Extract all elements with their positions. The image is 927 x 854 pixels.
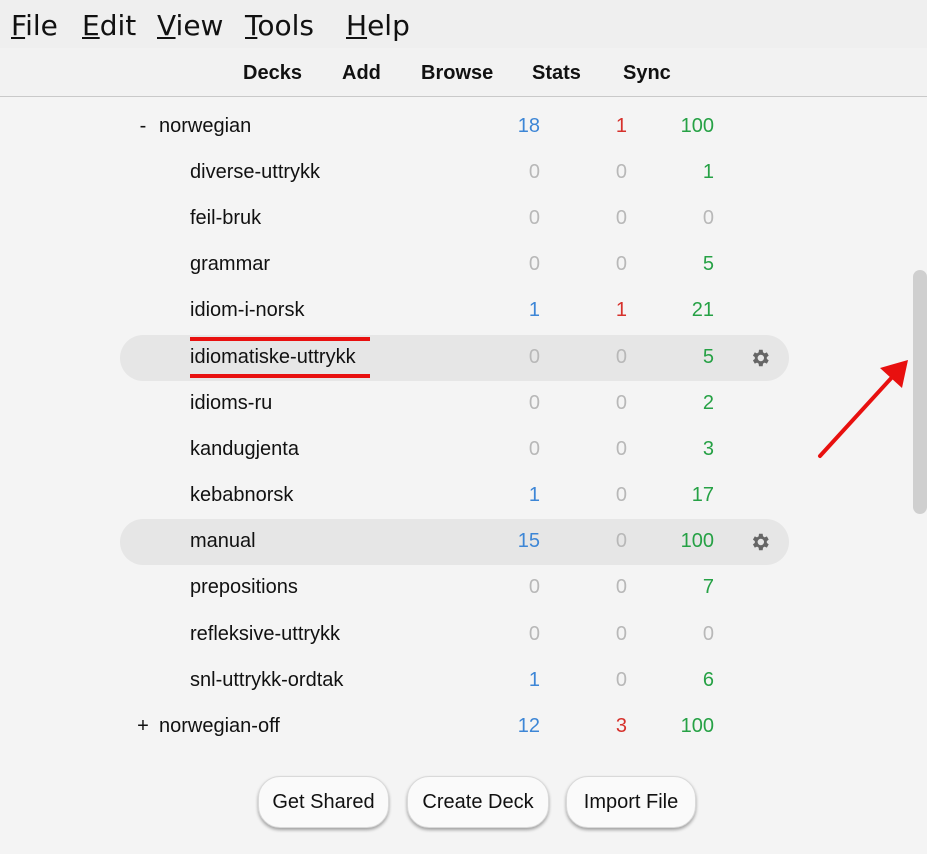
- expand-toggle[interactable]: +: [136, 715, 150, 738]
- deck-row-idiom-i-norsk[interactable]: idiom-i-norsk 1 1 21: [0, 288, 927, 334]
- deck-row-norwegian[interactable]: - norwegian 18 1 100: [0, 104, 927, 150]
- menu-bar: File Edit View Tools Help: [0, 0, 927, 48]
- get-shared-button[interactable]: Get Shared: [258, 776, 389, 828]
- due-count: 1: [702, 161, 714, 183]
- new-count: 0: [528, 253, 540, 275]
- due-count: 0: [702, 623, 714, 645]
- deck-row-idioms-ru[interactable]: idioms-ru 0 0 2: [0, 381, 927, 427]
- toolbar-sync[interactable]: Sync: [623, 62, 671, 85]
- menu-tools[interactable]: Tools: [245, 8, 314, 44]
- due-count: 100: [680, 115, 714, 137]
- toolbar-add[interactable]: Add: [342, 62, 381, 85]
- due-count: 17: [691, 484, 714, 506]
- menu-file[interactable]: File: [11, 8, 58, 44]
- new-count: 1: [528, 484, 540, 506]
- due-count: 21: [691, 299, 714, 321]
- learn-count: 1: [615, 115, 627, 137]
- due-count: 6: [702, 669, 714, 691]
- toolbar-decks[interactable]: Decks: [243, 62, 302, 85]
- new-count: 0: [528, 392, 540, 414]
- new-count: 0: [528, 623, 540, 645]
- deck-name[interactable]: grammar: [190, 253, 270, 276]
- due-count: 7: [702, 576, 714, 598]
- deck-name[interactable]: feil-bruk: [190, 207, 261, 230]
- menu-help[interactable]: Help: [346, 8, 410, 44]
- scrollbar-thumb[interactable]: [913, 270, 927, 514]
- learn-count: 3: [615, 715, 627, 737]
- learn-count: 0: [615, 530, 627, 552]
- deck-row-idiomatiske-uttrykk[interactable]: idiomatiske-uttrykk 0 0 5: [0, 335, 927, 381]
- deck-name[interactable]: refleksive-uttrykk: [190, 623, 340, 646]
- deck-row-norwegian-off[interactable]: + norwegian-off 12 3 100: [0, 704, 927, 750]
- collapse-toggle[interactable]: -: [136, 115, 150, 138]
- new-count: 15: [517, 530, 540, 552]
- due-count: 5: [702, 346, 714, 368]
- deck-name[interactable]: snl-uttrykk-ordtak: [190, 669, 343, 692]
- gear-icon[interactable]: [749, 531, 771, 553]
- new-count: 1: [528, 299, 540, 321]
- toolbar-stats[interactable]: Stats: [532, 62, 581, 85]
- gear-icon[interactable]: [749, 347, 771, 369]
- deck-name[interactable]: kandugjenta: [190, 438, 299, 461]
- deck-row-kebabnorsk[interactable]: kebabnorsk 1 0 17: [0, 473, 927, 519]
- deck-row-snl-uttrykk-ordtak[interactable]: snl-uttrykk-ordtak 1 0 6: [0, 658, 927, 704]
- menu-edit[interactable]: Edit: [82, 8, 136, 44]
- deck-name[interactable]: idiom-i-norsk: [190, 299, 304, 322]
- due-count: 0: [702, 207, 714, 229]
- deck-row-kandugjenta[interactable]: kandugjenta 0 0 3: [0, 427, 927, 473]
- menu-view[interactable]: View: [157, 8, 223, 44]
- annotation-underline-bottom: [190, 374, 370, 378]
- due-count: 2: [702, 392, 714, 414]
- learn-count: 0: [615, 392, 627, 414]
- new-count: 1: [528, 669, 540, 691]
- new-count: 0: [528, 207, 540, 229]
- deck-name[interactable]: kebabnorsk: [190, 484, 293, 507]
- new-count: 12: [517, 715, 540, 737]
- toolbar: Decks Add Browse Stats Sync: [0, 48, 927, 97]
- annotation-underline-top: [190, 337, 370, 341]
- deck-name[interactable]: norwegian: [159, 115, 251, 138]
- new-count: 18: [517, 115, 540, 137]
- learn-count: 0: [615, 346, 627, 368]
- deck-name[interactable]: manual: [190, 530, 256, 553]
- learn-count: 0: [615, 438, 627, 460]
- learn-count: 0: [615, 484, 627, 506]
- deck-name[interactable]: diverse-uttrykk: [190, 161, 320, 184]
- import-file-button[interactable]: Import File: [566, 776, 696, 828]
- deck-row-prepositions[interactable]: prepositions 0 0 7: [0, 565, 927, 611]
- deck-name[interactable]: prepositions: [190, 576, 298, 599]
- deck-row-feil-bruk[interactable]: feil-bruk 0 0 0: [0, 196, 927, 242]
- learn-count: 0: [615, 623, 627, 645]
- deck-row-diverse-uttrykk[interactable]: diverse-uttrykk 0 0 1: [0, 150, 927, 196]
- deck-row-manual[interactable]: manual 15 0 100: [0, 519, 927, 565]
- new-count: 0: [528, 346, 540, 368]
- deck-row-grammar[interactable]: grammar 0 0 5: [0, 242, 927, 288]
- deck-name[interactable]: idiomatiske-uttrykk: [190, 346, 356, 369]
- learn-count: 0: [615, 253, 627, 275]
- deck-name[interactable]: norwegian-off: [159, 715, 280, 738]
- create-deck-button[interactable]: Create Deck: [407, 776, 549, 828]
- learn-count: 1: [615, 299, 627, 321]
- new-count: 0: [528, 576, 540, 598]
- due-count: 5: [702, 253, 714, 275]
- deck-row-refleksive-uttrykk[interactable]: refleksive-uttrykk 0 0 0: [0, 612, 927, 658]
- new-count: 0: [528, 161, 540, 183]
- deck-name[interactable]: idioms-ru: [190, 392, 272, 415]
- due-count: 3: [702, 438, 714, 460]
- learn-count: 0: [615, 207, 627, 229]
- toolbar-browse[interactable]: Browse: [421, 62, 493, 85]
- due-count: 100: [680, 715, 714, 737]
- due-count: 100: [680, 530, 714, 552]
- annotation-arrow-icon: [818, 360, 908, 458]
- learn-count: 0: [615, 576, 627, 598]
- learn-count: 0: [615, 669, 627, 691]
- learn-count: 0: [615, 161, 627, 183]
- new-count: 0: [528, 438, 540, 460]
